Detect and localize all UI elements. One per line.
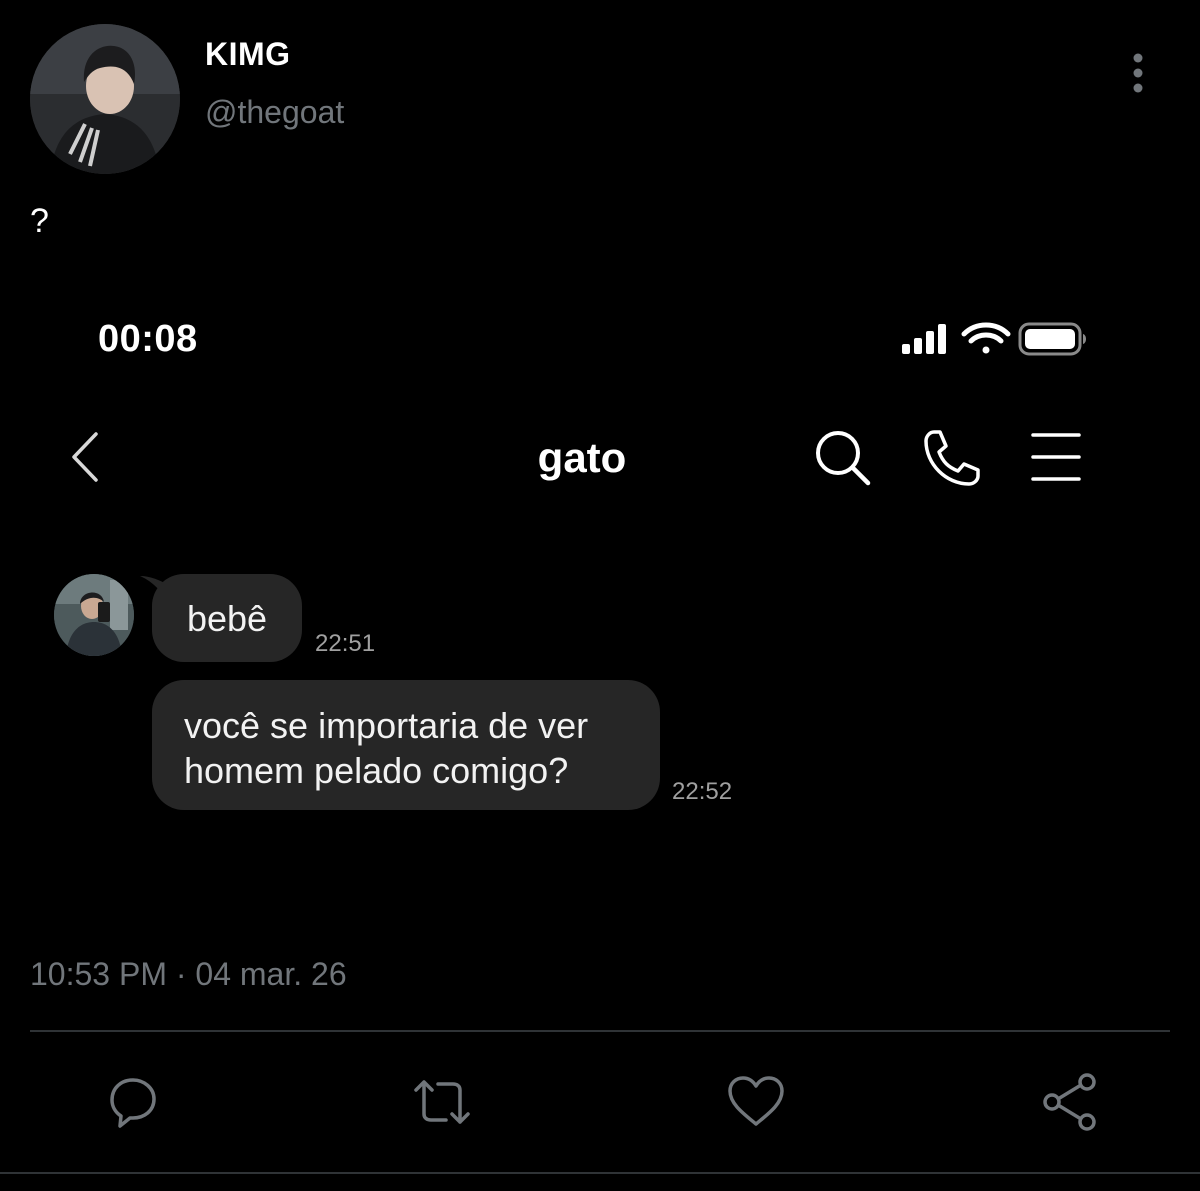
message-bubble[interactable]: bebê bbox=[152, 574, 302, 662]
cellular-signal-icon bbox=[902, 324, 946, 354]
message-bubble[interactable]: você se importaria de ver homem pelado c… bbox=[152, 680, 660, 810]
phone-icon[interactable] bbox=[920, 426, 984, 490]
back-chevron-icon[interactable] bbox=[62, 428, 108, 486]
tweet-timestamp[interactable]: 10:53 PM · 04 mar. 26 bbox=[30, 956, 347, 993]
author-avatar[interactable] bbox=[30, 24, 180, 174]
author-handle[interactable]: @thegoat bbox=[205, 94, 344, 131]
status-bar-icons bbox=[900, 320, 1090, 360]
retweet-icon[interactable] bbox=[412, 1072, 472, 1132]
message-time: 22:51 bbox=[315, 630, 376, 657]
chat-title: gato bbox=[537, 434, 627, 481]
battery-icon bbox=[1018, 322, 1086, 356]
message-text: bebê bbox=[186, 597, 268, 639]
divider bbox=[0, 1172, 1200, 1174]
wifi-icon bbox=[961, 322, 1011, 354]
menu-icon[interactable] bbox=[1030, 430, 1082, 484]
message-time: 22:52 bbox=[672, 778, 733, 805]
search-icon[interactable] bbox=[812, 428, 874, 490]
tweet-text: ? bbox=[30, 202, 49, 240]
author-display-name[interactable]: KIMG bbox=[205, 36, 291, 73]
message-text: você se importaria de ver homem pelado c… bbox=[184, 705, 589, 791]
like-icon[interactable] bbox=[726, 1072, 786, 1132]
more-options-icon[interactable] bbox=[1120, 52, 1156, 96]
reply-icon[interactable] bbox=[102, 1072, 162, 1132]
contact-avatar[interactable] bbox=[54, 574, 134, 656]
share-icon[interactable] bbox=[1040, 1072, 1100, 1132]
status-bar-time: 00:08 bbox=[98, 318, 198, 360]
divider bbox=[30, 1030, 1170, 1032]
